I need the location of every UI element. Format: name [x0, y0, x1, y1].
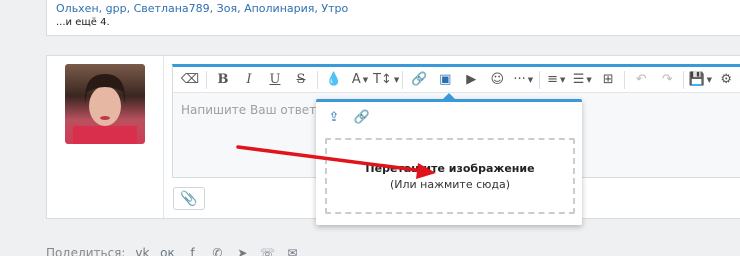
reactor-link[interactable]: Ольхен [56, 2, 99, 15]
avatar-portrait-icon [73, 74, 137, 144]
popup-pointer [443, 93, 455, 99]
reactor-link[interactable]: Светлана789 [134, 2, 210, 15]
share-bar: Поделиться: vk ок f ✆ ➤ ☏ ✉ [46, 245, 300, 256]
more-reactors-link[interactable]: ...и ещё 4. [56, 17, 110, 28]
table-icon[interactable]: ⊞ [595, 68, 621, 92]
email-icon[interactable]: ✉ [284, 245, 300, 256]
toolbar-divider [683, 70, 685, 89]
toolbar-divider [624, 70, 626, 89]
reactor-link[interactable]: gpp [106, 2, 127, 15]
dropzone-title: Перетащите изображение [365, 161, 535, 175]
share-label: Поделиться: [46, 246, 126, 256]
bold-button[interactable]: B [210, 68, 236, 92]
whatsapp-icon[interactable]: ✆ [209, 245, 225, 256]
list-button[interactable]: ☰ ▼ [569, 68, 595, 92]
reactor-link[interactable]: Зоя [217, 2, 237, 15]
underline-button[interactable]: U [262, 68, 288, 92]
more-options-button[interactable]: ··· ▼ [510, 68, 536, 92]
reactions-panel: Ольхен, gpp, Светлана789, Зоя, Аполинари… [46, 0, 740, 36]
align-button[interactable]: ≡ ▼ [543, 68, 569, 92]
telegram-icon[interactable]: ➤ [234, 245, 250, 256]
image-dropzone[interactable]: Перетащите изображение (Или нажмите сюда… [325, 138, 575, 214]
italic-button[interactable]: I [236, 68, 262, 92]
strikethrough-button[interactable]: S [288, 68, 314, 92]
toolbar-divider [402, 70, 404, 89]
avatar-column [47, 56, 164, 218]
avatar[interactable] [65, 64, 145, 144]
dropzone-subtitle: (Или нажмите сюда) [389, 177, 511, 191]
reactor-link[interactable]: Аполинария [244, 2, 314, 15]
font-family-button[interactable]: A ▼ [347, 68, 373, 92]
text-color-icon[interactable]: 💧 [321, 68, 347, 92]
editor-placeholder: Напишите Ваш ответ... [181, 103, 328, 117]
undo-icon[interactable]: ↶ [628, 68, 654, 92]
toolbar-divider [539, 70, 541, 89]
paperclip-icon: 📎 [180, 190, 198, 207]
insert-image-popup: ⇪ 🔗 Перетащите изображение (Или нажмите … [316, 93, 582, 225]
toolbar-divider [317, 70, 318, 89]
odnoklassniki-icon[interactable]: ок [159, 245, 175, 256]
eraser-icon[interactable]: ⌫ [177, 68, 203, 92]
viber-icon[interactable]: ☏ [259, 245, 275, 256]
smiley-icon[interactable]: ☺ [484, 68, 510, 92]
redo-icon[interactable]: ↷ [654, 68, 680, 92]
save-draft-button[interactable]: 💾 ▼ [687, 68, 713, 92]
vk-icon[interactable]: vk [134, 245, 150, 256]
reactors-list: Ольхен, gpp, Светлана789, Зоя, Аполинари… [56, 2, 349, 15]
link-icon[interactable]: 🔗 [406, 68, 432, 92]
font-size-button[interactable]: T↕ ▼ [373, 68, 399, 92]
video-icon[interactable]: ▶ [458, 68, 484, 92]
link-icon[interactable]: 🔗 [352, 108, 372, 126]
facebook-icon[interactable]: f [184, 245, 200, 256]
image-icon[interactable]: ▣ [432, 68, 458, 92]
reactor-link[interactable]: Утро [321, 2, 348, 15]
editor-toolbar: ⌫ B I U S 💧 A ▼ T↕ ▼ 🔗 ▣ ▶ ☺ ··· ▼ ≡ ▼ ☰ ▼ ⊞ … [173, 67, 740, 93]
upload-icon[interactable]: ⇪ [324, 108, 344, 126]
popup-tabs: ⇪ 🔗 [324, 108, 372, 126]
gear-icon[interactable]: ⚙ [713, 68, 739, 92]
attach-files-button[interactable]: 📎 [173, 187, 205, 210]
toolbar-divider [206, 70, 207, 89]
